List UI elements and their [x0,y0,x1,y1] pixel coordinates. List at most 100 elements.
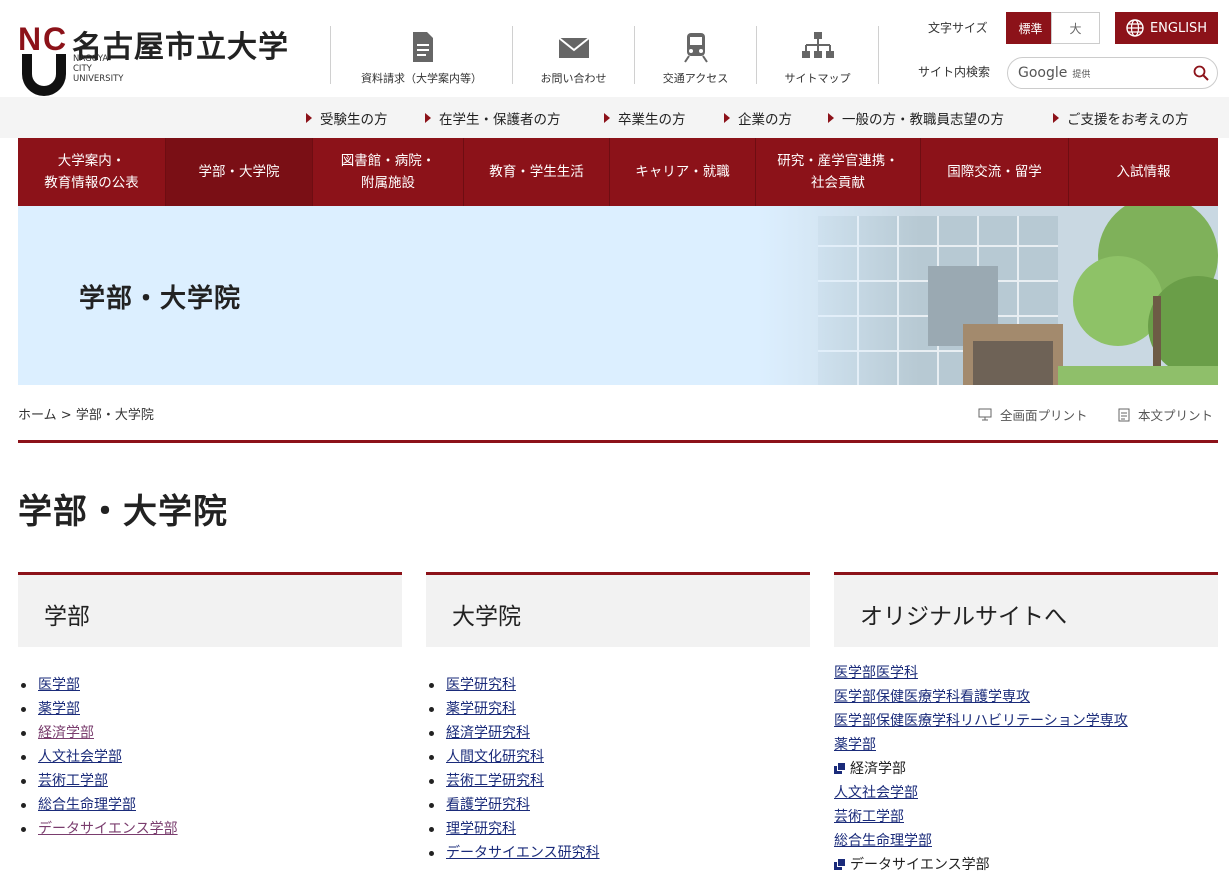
breadcrumb-current: 学部・大学院 [75,408,154,423]
graduate-link[interactable]: 理学研究科 [446,821,516,837]
search-input[interactable] [1088,64,1188,84]
graduate-link[interactable]: 人間文化研究科 [446,749,544,765]
utility-divider [878,26,879,84]
audience-nav-bar: 受験生の方 在学生・保護者の方 卒業生の方 企業の方 一般の方・教職員志望の方 … [0,97,1229,138]
list-item: 医学部医学科 [834,661,1128,685]
graduate-heading: 大学院 [426,572,810,647]
university-logo[interactable]: N C 名古屋市立大学 NAGOYA CITY UNIVERSITY [18,22,288,100]
content-divider [18,440,1218,443]
audience-link-applicants[interactable]: 受験生の方 [306,108,388,128]
original-site-link[interactable]: 医学部保健医療学科リハビリテーション学専攻 [834,713,1128,729]
faculty-link[interactable]: 芸術工学部 [38,773,108,789]
original-site-link[interactable]: 医学部医学科 [834,665,918,681]
original-site-link[interactable]: 総合生命理学部 [834,833,932,849]
gnav-career[interactable]: キャリア・就職 [610,138,756,206]
original-site-link[interactable]: 医学部保健医療学科看護学専攻 [834,689,1030,705]
campus-building-image [758,206,1218,385]
gnav-faculties[interactable]: 学部・大学院 [166,138,313,206]
site-search-label: サイト内検索 [918,65,991,79]
english-label: ENGLISH [1149,20,1208,36]
audience-link-companies[interactable]: 企業の方 [724,108,792,128]
faculty-link[interactable]: 薬学部 [38,701,80,717]
list-item: 理学研究科 [426,817,600,841]
list-item: 医学研究科 [426,673,600,697]
print-body-label: 本文プリント [1138,408,1214,423]
logo-english-name: NAGOYA CITY UNIVERSITY [73,54,123,84]
graduate-link[interactable]: 経済学研究科 [446,725,530,741]
graduate-link[interactable]: 芸術工学研究科 [446,773,544,789]
original-site-link[interactable]: 薬学部 [834,737,876,753]
logo-en-line: UNIVERSITY [73,74,124,84]
list-item: データサイエンス学部 [834,853,1128,877]
train-icon [683,33,708,63]
gnav-international[interactable]: 国際交流・留学 [921,138,1069,206]
list-item: 医学部保健医療学科リハビリテーション学専攻 [834,709,1128,733]
original-sites-heading: オリジナルサイトへ [834,572,1218,647]
original-site-link[interactable]: 経済学部 [850,761,906,777]
list-item: 芸術工学部 [834,805,1128,829]
faculty-link[interactable]: 人文社会学部 [38,749,122,765]
faculties-heading: 学部 [18,572,402,647]
original-site-link[interactable]: データサイエンス学部 [850,857,990,873]
faculty-link[interactable]: 医学部 [38,677,80,693]
external-link-icon [834,858,846,870]
list-item: 薬学部 [834,733,1128,757]
font-size-large-button[interactable]: 大 [1051,12,1100,44]
print-full-label: 全画面プリント [1000,408,1088,423]
list-item: 看護学研究科 [426,793,600,817]
access-link[interactable]: 交通アクセス [634,26,756,85]
original-sites-list: 医学部医学科 医学部保健医療学科看護学専攻 医学部保健医療学科リハビリテーション… [834,661,1128,877]
gnav-about[interactable]: 大学案内・ 教育情報の公表 [18,138,166,206]
original-sites-section: オリジナルサイトへ 医学部医学科 医学部保健医療学科看護学専攻 医学部保健医療学… [834,572,1218,873]
faculty-link[interactable]: データサイエンス学部 [38,821,178,837]
gnav-admissions[interactable]: 入試情報 [1069,138,1218,206]
font-size-standard-button[interactable]: 標準 [1006,12,1055,44]
request-materials-link[interactable]: 資料請求（大学案内等） [330,26,512,85]
audience-link-general[interactable]: 一般の方・教職員志望の方 [828,108,1004,128]
audience-link-students[interactable]: 在学生・保護者の方 [425,108,561,128]
list-item: 経済学部 [18,721,178,745]
breadcrumb: ホーム > 学部・大学院 [18,404,154,423]
list-item: 総合生命理学部 [18,793,178,817]
list-item: 総合生命理学部 [834,829,1128,853]
faculties-section: 学部 医学部 薬学部 経済学部 人文社会学部 芸術工学部 総合生命理学部 データ… [18,572,402,837]
utility-link-label: お問い合わせ [540,72,607,85]
utility-link-label: 資料請求（大学案内等） [361,72,482,85]
gnav-student-life[interactable]: 教育・学生生活 [464,138,610,206]
svg-text:N: N [18,22,41,57]
globe-icon [1126,19,1144,37]
graduate-section: 大学院 医学研究科 薬学研究科 経済学研究科 人間文化研究科 芸術工学研究科 看… [426,572,810,861]
list-item: 経済学研究科 [426,721,600,745]
original-site-link[interactable]: 芸術工学部 [834,809,904,825]
global-nav: 大学案内・ 教育情報の公表 学部・大学院 図書館・病院・ 附属施設 教育・学生生… [18,138,1218,206]
breadcrumb-separator: > [60,408,72,423]
faculty-link[interactable]: 経済学部 [38,725,94,741]
list-item: データサイエンス研究科 [426,841,600,865]
list-item: 薬学研究科 [426,697,600,721]
search-icon[interactable] [1193,65,1209,81]
faculty-link[interactable]: 総合生命理学部 [38,797,136,813]
list-item: 薬学部 [18,697,178,721]
list-item: データサイエンス学部 [18,817,178,841]
graduate-link[interactable]: 医学研究科 [446,677,516,693]
graduate-link[interactable]: 看護学研究科 [446,797,530,813]
audience-link-alumni[interactable]: 卒業生の方 [604,108,686,128]
external-link-icon [834,762,846,774]
svg-text:C: C [43,22,66,57]
print-full-button[interactable]: 全画面プリント [978,405,1088,424]
contact-link[interactable]: お問い合わせ [512,26,634,85]
english-site-button[interactable]: ENGLISH [1115,12,1218,44]
list-item: 経済学部 [834,757,1128,781]
audience-link-supporters[interactable]: ご支援をお考えの方 [1053,108,1189,128]
mail-icon [557,37,590,58]
print-body-button[interactable]: 本文プリント [1118,405,1213,424]
graduate-link[interactable]: 薬学研究科 [446,701,516,717]
graduate-link[interactable]: データサイエンス研究科 [446,845,600,861]
page-title: 学部・大学院 [18,492,228,532]
sitemap-link[interactable]: サイトマップ [756,26,878,85]
breadcrumb-home[interactable]: ホーム [18,408,57,423]
gnav-research[interactable]: 研究・産学官連携・ 社会貢献 [756,138,921,206]
hero-banner: 学部・大学院 [18,206,1218,385]
original-site-link[interactable]: 人文社会学部 [834,785,918,801]
gnav-facilities[interactable]: 図書館・病院・ 附属施設 [313,138,464,206]
